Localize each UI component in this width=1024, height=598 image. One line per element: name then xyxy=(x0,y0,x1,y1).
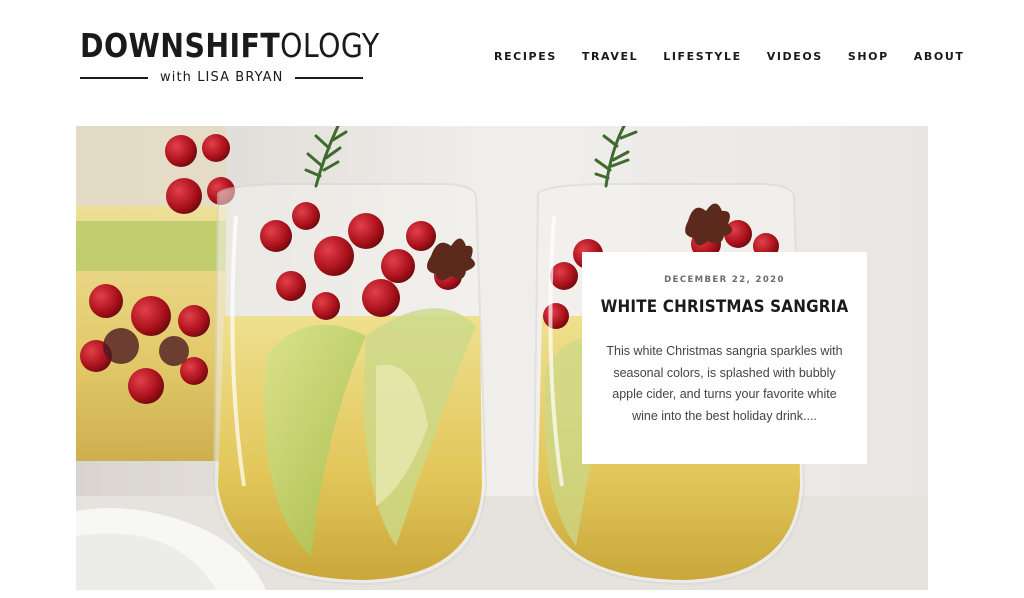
tagline-rule-left xyxy=(80,76,148,79)
logo-tagline-row: with LISA BRYAN xyxy=(80,70,376,85)
tagline-rule-right xyxy=(295,76,364,79)
logo-tagline: with LISA BRYAN xyxy=(160,70,284,85)
site-logo[interactable]: DOWNSHIFTOLOGY with LISA BRYAN xyxy=(80,26,379,85)
main-nav: RECIPES TRAVEL LIFESTYLE VIDEOS SHOP ABO… xyxy=(494,50,964,64)
nav-recipes[interactable]: RECIPES xyxy=(494,50,557,64)
nav-about[interactable]: ABOUT xyxy=(914,50,965,64)
logo-wordmark: DOWNSHIFTOLOGY xyxy=(80,26,379,65)
nav-shop[interactable]: SHOP xyxy=(848,50,889,64)
post-title-link[interactable]: WHITE CHRISTMAS SANGRIA xyxy=(593,297,855,317)
logo-wordmark-bold: DOWNSHIFT xyxy=(80,26,281,65)
post-date: DECEMBER 22, 2020 xyxy=(664,275,785,285)
nav-travel[interactable]: TRAVEL xyxy=(582,50,638,64)
featured-post-card[interactable]: DECEMBER 22, 2020 WHITE CHRISTMAS SANGRI… xyxy=(582,252,867,464)
post-excerpt: This white Christmas sangria sparkles wi… xyxy=(606,344,843,423)
nav-lifestyle[interactable]: LIFESTYLE xyxy=(663,50,741,64)
nav-videos[interactable]: VIDEOS xyxy=(767,50,823,64)
logo-wordmark-thin: OLOGY xyxy=(280,26,380,65)
